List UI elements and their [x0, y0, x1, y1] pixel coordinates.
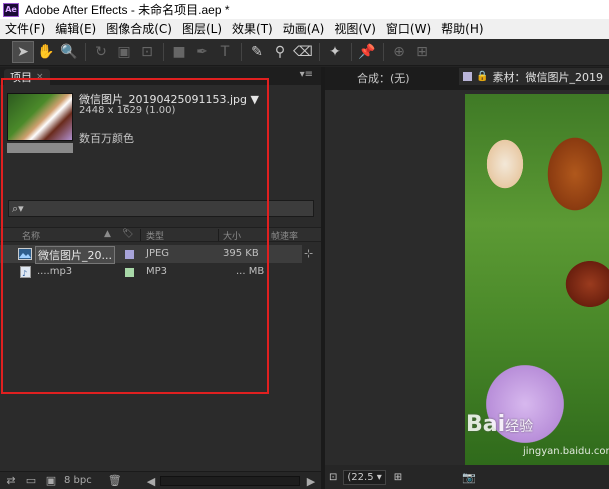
puppet-pin-tool-icon[interactable]: 📌 [356, 41, 378, 63]
roto-brush-tool-icon[interactable]: ✦ [324, 41, 346, 63]
watermark-suffix: 经验 [505, 419, 534, 435]
bpc-label[interactable]: 8 bpc [64, 475, 92, 486]
axis-local-icon[interactable]: ⊕ [388, 41, 410, 63]
column-frame-rate[interactable]: 帧速率 [271, 229, 298, 242]
snapshot-icon[interactable]: 📷 [462, 471, 476, 484]
menu-bar: 文件(F) 编辑(E) 图像合成(C) 图层(L) 效果(T) 动画(A) 视图… [0, 19, 609, 39]
rectangle-tool-icon[interactable]: ■ [168, 41, 190, 63]
tools-toolbar: ➤ ✋ 🔍 ↻ ▣ ⊡ ■ ✒ T ✎ ⚲ ⌫ ✦ 📌 ⊕ ⊞ [0, 39, 609, 66]
selection-tool-icon[interactable]: ➤ [12, 41, 34, 63]
footage-viewer[interactable] [456, 90, 609, 466]
menu-composition[interactable]: 图像合成(C) [101, 19, 177, 39]
menu-file[interactable]: 文件(F) [0, 19, 50, 39]
hand-tool-icon[interactable]: ✋ [35, 41, 57, 63]
toolbar-divider [163, 43, 164, 61]
footage-footer: 📷 [456, 465, 609, 489]
magnify-icon[interactable]: ⊡ [329, 472, 337, 483]
menu-view[interactable]: 视图(V) [329, 19, 381, 39]
pan-behind-tool-icon[interactable]: ⊡ [136, 41, 158, 63]
label-swatch [463, 72, 472, 81]
eraser-tool-icon[interactable]: ⌫ [292, 41, 314, 63]
tab-footage[interactable]: 🔒 素材：微信图片_2019 [459, 68, 609, 85]
panel-menu-icon[interactable]: ▾≡ [300, 69, 313, 80]
flowchart-icon[interactable]: ⊹ [304, 247, 313, 260]
menu-effect[interactable]: 效果(T) [227, 19, 278, 39]
toolbar-divider [241, 43, 242, 61]
tab-footage-label: 素材：微信图片_2019 [492, 70, 603, 84]
menu-help[interactable]: 帮助(H) [436, 19, 488, 39]
interpret-footage-icon[interactable]: ⇄ [2, 474, 20, 488]
toolbar-divider [319, 43, 320, 61]
rotation-tool-icon[interactable]: ↻ [90, 41, 112, 63]
region-icon[interactable]: ⊞ [394, 472, 402, 483]
scroll-right-icon[interactable]: ▶ [302, 474, 320, 488]
toolbar-divider [383, 43, 384, 61]
toolbar-divider [85, 43, 86, 61]
text-tool-icon[interactable]: T [214, 41, 236, 63]
pen-tool-icon[interactable]: ✒ [191, 41, 213, 63]
scroll-left-icon[interactable]: ◀ [142, 474, 160, 488]
ae-logo-icon: Ae [3, 2, 19, 17]
footage-image [465, 94, 609, 466]
lock-icon[interactable]: 🔒 [476, 71, 488, 82]
highlight-annotation [1, 78, 269, 394]
window-title: Adobe After Effects - 未命名项目.aep * [25, 3, 230, 17]
tab-composition[interactable]: 合成：(无) [357, 70, 410, 86]
watermark-url: jingyan.baidu.com [523, 446, 609, 457]
axis-world-icon[interactable]: ⊞ [411, 41, 433, 63]
composition-viewer[interactable] [325, 90, 456, 465]
menu-animation[interactable]: 动画(A) [278, 19, 330, 39]
clone-stamp-tool-icon[interactable]: ⚲ [269, 41, 291, 63]
camera-tool-icon[interactable]: ▣ [113, 41, 135, 63]
composition-footer: ⊡ (22.5 ▾ ⊞ [325, 465, 456, 489]
horizontal-scrollbar[interactable] [160, 476, 300, 486]
new-composition-icon[interactable]: ▣ [42, 474, 60, 488]
brush-tool-icon[interactable]: ✎ [246, 41, 268, 63]
watermark-logo: Bai经验 [466, 412, 533, 437]
menu-layer[interactable]: 图层(L) [177, 19, 227, 39]
toolbar-divider [351, 43, 352, 61]
menu-window[interactable]: 窗口(W) [381, 19, 436, 39]
title-bar: Ae Adobe After Effects - 未命名项目.aep * [0, 0, 609, 19]
project-footer: ⇄ ▭ ▣ 8 bpc 🗑 ◀ ▶ [0, 471, 321, 489]
menu-edit[interactable]: 编辑(E) [50, 19, 101, 39]
zoom-select[interactable]: (22.5 ▾ [343, 469, 386, 485]
new-folder-icon[interactable]: ▭ [22, 474, 40, 488]
watermark-brand: Bai [466, 412, 506, 437]
composition-panel: 合成：(无) ⊡ (22.5 ▾ ⊞ [325, 67, 456, 489]
trash-icon[interactable]: 🗑 [106, 474, 124, 488]
zoom-tool-icon[interactable]: 🔍 [58, 41, 80, 63]
